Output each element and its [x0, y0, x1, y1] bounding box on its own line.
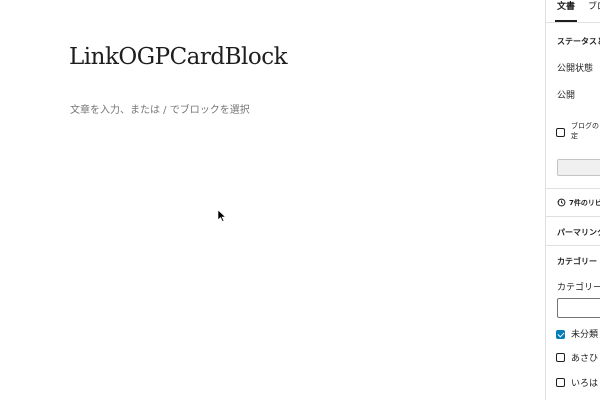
settings-sidebar: 文書 ブロ ステータスと公 公開状態 公開 ブログの 定 7件のリビ パーマリン… [545, 0, 600, 400]
history-icon [557, 198, 566, 207]
divider [546, 216, 600, 217]
mouse-pointer-icon [218, 210, 226, 222]
category-search-label: カテゴリー [557, 283, 600, 293]
blog-checkbox[interactable] [556, 128, 565, 137]
category-checkbox-iroha[interactable] [556, 378, 565, 387]
publish-label: 公開 [557, 91, 576, 101]
divider [546, 245, 600, 246]
post-title[interactable]: LinkOGPCardBlock [69, 44, 288, 70]
blog-checkbox-label-line1: ブログの [571, 122, 599, 130]
secondary-button[interactable] [557, 159, 600, 176]
category-label: 未分類 [571, 330, 599, 340]
tab-block[interactable]: ブロ [588, 0, 600, 20]
category-checkbox-uncategorized[interactable] [556, 330, 565, 339]
blog-checkbox-label-line2: 定 [571, 132, 578, 140]
block-placeholder[interactable]: 文章を入力、または / でブロックを選択 [70, 101, 250, 116]
status-section-heading[interactable]: ステータスと公 [557, 36, 600, 47]
category-label: いろは [571, 379, 599, 389]
permalink-heading[interactable]: パーマリンク [557, 227, 600, 238]
category-checkbox-asahi[interactable] [556, 353, 565, 362]
tab-document[interactable]: 文書 [555, 0, 578, 22]
editor-canvas[interactable]: LinkOGPCardBlock 文章を入力、または / でブロックを選択 [0, 0, 545, 400]
category-label: あさひ [571, 354, 599, 364]
divider [546, 188, 600, 189]
sidebar-tabs: 文書 ブロ [546, 0, 600, 23]
revisions-link[interactable]: 7件のリビ [569, 198, 600, 208]
visibility-label: 公開状態 [557, 64, 594, 74]
categories-heading[interactable]: カテゴリー [557, 256, 597, 267]
category-search-input[interactable] [557, 298, 600, 318]
